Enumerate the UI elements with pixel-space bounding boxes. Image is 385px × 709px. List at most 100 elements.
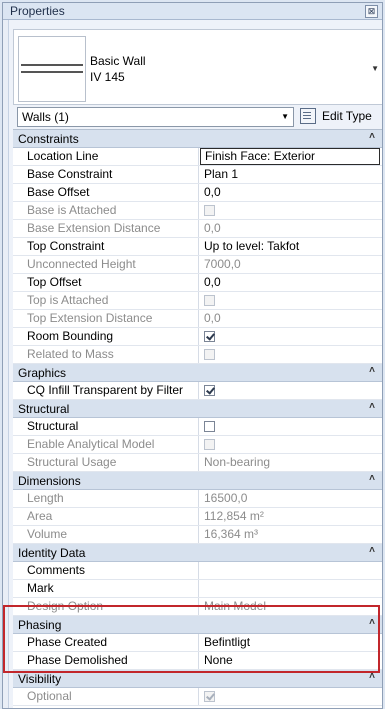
collapse-chevron-icon[interactable]: ˄ [369,617,375,628]
property-row-mark[interactable]: Mark [13,580,382,598]
property-value [200,436,382,453]
property-name: Length [13,490,199,507]
group-title: Phasing [18,618,62,632]
property-value[interactable]: None [200,652,382,669]
property-row-optional: Optional [13,688,382,706]
property-name: Comments [13,562,199,579]
property-name: Base is Attached [13,202,199,219]
wall-type-preview-icon [18,36,86,102]
property-value: 16500,0 [204,491,248,505]
property-name: Top Offset [13,274,199,291]
palette-titlebar[interactable]: Properties ⊠ [3,3,382,20]
edit-type-label: Edit Type [322,109,372,123]
chevron-down-icon[interactable]: ▼ [371,64,379,73]
property-value: Non-bearing [204,455,271,469]
property-name: Unconnected Height [13,256,199,273]
property-grid[interactable]: Constraints ˄ Location Line Finish Face: Ex… [13,129,382,708]
property-row-structural[interactable]: Structural [13,418,382,436]
instance-filter-dropdown[interactable]: Walls (1) ▼ [17,107,294,127]
close-icon[interactable]: ⊠ [365,5,378,18]
collapse-chevron-icon[interactable]: ˄ [369,473,375,484]
wall-line [21,64,83,66]
checkbox [204,691,215,702]
checkbox[interactable] [204,385,215,396]
collapse-chevron-icon[interactable]: ˄ [369,671,375,682]
property-row-base-constraint[interactable]: Base Constraint Plan 1 [13,166,382,184]
collapse-chevron-icon[interactable]: ˄ [369,131,375,142]
property-name: Optional [13,688,199,705]
property-row-base-extension-distance: Base Extension Distance 0,0 [13,220,382,238]
property-value: 0,0 [204,221,221,235]
checkbox[interactable] [204,331,215,342]
group-header-dimensions[interactable]: Dimensions ˄ [13,472,382,490]
property-row-room-bounding[interactable]: Room Bounding [13,328,382,346]
property-name: Base Extension Distance [13,220,199,237]
group-title: Graphics [18,366,67,380]
collapse-chevron-icon[interactable]: ˄ [369,401,375,412]
property-name: Base Constraint [13,166,199,183]
property-value[interactable]: Plan 1 [200,166,382,183]
property-value: Main Model [204,599,267,613]
property-row-top-offset[interactable]: Top Offset 0,0 [13,274,382,292]
palette-title: Properties [10,4,65,18]
group-header-structural[interactable]: Structural ˄ [13,400,382,418]
property-name: Structural [13,418,199,435]
edit-type-icon [300,108,316,124]
collapse-chevron-icon[interactable]: ˄ [369,545,375,556]
property-name: Area [13,508,199,525]
group-header-phasing[interactable]: Phasing ˄ [13,616,382,634]
property-row-phase-created[interactable]: Phase Created Befintligt [13,634,382,652]
group-title: Dimensions [18,474,81,488]
property-value[interactable]: Befintligt [200,634,382,651]
property-name: Location Line [13,148,199,165]
property-value[interactable] [200,580,382,597]
group-header-visibility[interactable]: Visibility ˄ [13,670,382,688]
checkbox[interactable] [204,421,215,432]
property-row-top-is-attached: Top is Attached [13,292,382,310]
property-name: Phase Demolished [13,652,199,669]
group-header-identity-data[interactable]: Identity Data ˄ [13,544,382,562]
group-title: Structural [18,402,70,416]
property-row-design-option: Design Option Main Model [13,598,382,616]
property-value[interactable] [200,328,382,345]
property-value[interactable] [200,382,382,399]
property-row-phase-demolished[interactable]: Phase Demolished None [13,652,382,670]
property-row-cq-infill-transparent-by-filter[interactable]: CQ Infill Transparent by Filter [13,382,382,400]
property-value [200,202,382,219]
property-name: Mark [13,580,199,597]
property-value[interactable]: Finish Face: Exterior [200,148,380,165]
property-row-area: Area 112,854 m² [13,508,382,526]
type-selector[interactable]: Basic Wall IV 145 ▼ [13,29,382,105]
property-value[interactable] [200,562,382,579]
type-name: IV 145 [90,70,125,84]
property-row-unconnected-height: Unconnected Height 7000,0 [13,256,382,274]
property-row-length: Length 16500,0 [13,490,382,508]
property-row-related-to-mass: Related to Mass [13,346,382,364]
property-row-top-constraint[interactable]: Top Constraint Up to level: Takfot [13,238,382,256]
property-name: Structural Usage [13,454,199,471]
property-value[interactable]: Up to level: Takfot [200,238,382,255]
group-header-constraints[interactable]: Constraints ˄ [13,130,382,148]
property-value[interactable]: 0,0 [200,274,382,291]
property-value: 0,0 [204,311,221,325]
property-row-base-offset[interactable]: Base Offset 0,0 [13,184,382,202]
property-name: Design Option [13,598,199,615]
property-row-base-is-attached: Base is Attached [13,202,382,220]
palette-dock-edge[interactable] [3,20,9,708]
property-name: Top is Attached [13,292,199,309]
group-title: Visibility [18,672,62,686]
property-value [200,292,382,309]
collapse-chevron-icon[interactable]: ˄ [369,365,375,376]
property-value[interactable]: 0,0 [200,184,382,201]
property-row-top-extension-distance: Top Extension Distance 0,0 [13,310,382,328]
property-value[interactable] [200,418,382,435]
property-row-structural-usage: Structural Usage Non-bearing [13,454,382,472]
group-header-graphics[interactable]: Graphics ˄ [13,364,382,382]
property-row-enable-analytical-model: Enable Analytical Model [13,436,382,454]
property-value [200,346,382,363]
property-row-location-line[interactable]: Location Line Finish Face: Exterior [13,148,382,166]
chevron-down-icon[interactable]: ▼ [281,112,289,121]
property-row-volume: Volume 16,364 m³ [13,526,382,544]
property-row-comments[interactable]: Comments [13,562,382,580]
property-name: Base Offset [13,184,199,201]
